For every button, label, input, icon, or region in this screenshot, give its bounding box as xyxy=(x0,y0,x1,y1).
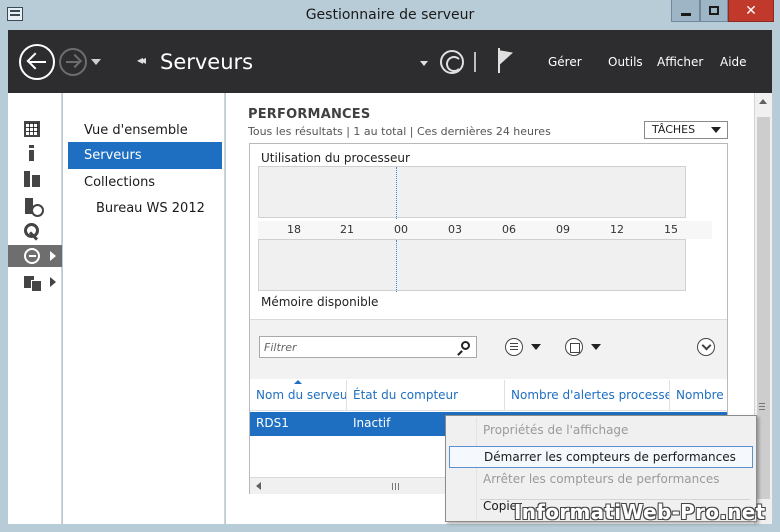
nav-item-overview[interactable]: Vue d'ensemble xyxy=(68,117,222,144)
expand-arrow-icon[interactable] xyxy=(50,277,56,287)
nav-item-collection-bureau[interactable]: Bureau WS 2012 xyxy=(68,195,222,222)
scroll-grip-icon[interactable] xyxy=(392,483,400,490)
scroll-grip-icon xyxy=(759,403,765,410)
save-query-button[interactable] xyxy=(565,338,583,356)
close-button[interactable]: ✕ xyxy=(728,0,774,22)
minimize-icon xyxy=(680,13,691,16)
query-options-button[interactable] xyxy=(505,338,523,356)
file-services-icon xyxy=(24,198,44,217)
close-icon: ✕ xyxy=(745,2,757,19)
rail-remote-desktop[interactable] xyxy=(8,245,62,267)
app-header: ◂◂ Serveurs Gérer Outils Afficher Aide xyxy=(8,30,772,93)
page-title: Serveurs xyxy=(160,50,254,74)
header-divider xyxy=(250,410,727,411)
history-dropdown-icon[interactable] xyxy=(91,59,101,65)
rail-dashboard[interactable] xyxy=(8,118,62,140)
scroll-left-icon[interactable] xyxy=(256,482,261,490)
minimize-button[interactable] xyxy=(671,0,700,22)
menu-gerer[interactable]: Gérer xyxy=(548,55,582,69)
time-tick: 03 xyxy=(448,223,462,236)
maximize-button[interactable] xyxy=(700,0,728,22)
dashboard-icon xyxy=(24,121,40,137)
icon-rail xyxy=(8,93,62,524)
column-header-cpu-alerts[interactable]: Nombre d'alertes processeur xyxy=(505,380,670,410)
time-tick: 06 xyxy=(502,223,516,236)
tasks-label: TÂCHES xyxy=(652,123,696,136)
time-tick: 12 xyxy=(610,223,624,236)
memory-chart xyxy=(258,239,686,292)
nav-item-collections[interactable]: Collections xyxy=(68,169,222,196)
scroll-thumb[interactable] xyxy=(757,117,770,499)
cell-server-name: RDS1 xyxy=(256,416,289,430)
breadcrumb-chevrons-icon[interactable]: ◂◂ xyxy=(137,53,146,67)
file-storage-icon xyxy=(24,274,42,292)
menu-item-start-counters[interactable]: Démarrer les compteurs de performances xyxy=(449,446,753,468)
all-servers-icon xyxy=(24,171,40,187)
section-title: PERFORMANCES xyxy=(248,107,371,122)
cpu-chart xyxy=(258,166,686,219)
menu-outils[interactable]: Outils xyxy=(608,55,643,69)
rail-tools[interactable] xyxy=(8,220,62,242)
menu-item-view-properties[interactable]: Propriétés de l'affichage xyxy=(449,419,753,441)
menu-aide[interactable]: Aide xyxy=(720,55,747,69)
forward-button[interactable] xyxy=(59,48,87,76)
nav-list: Vue d'ensemble Serveurs Collections Bure… xyxy=(63,93,225,524)
time-tick: 15 xyxy=(664,223,678,236)
expand-arrow-icon[interactable] xyxy=(50,251,56,261)
cell-counter-status: Inactif xyxy=(353,416,391,430)
query-options-dropdown-icon[interactable] xyxy=(531,344,541,350)
tasks-dropdown[interactable]: TÂCHES xyxy=(644,121,728,139)
column-header-server-name[interactable]: Nom du serveur xyxy=(250,380,347,410)
menu-item-stop-counters[interactable]: Arrêter les compteurs de performances xyxy=(449,468,753,490)
section-subtitle: Tous les résultats | 1 au total | Ces de… xyxy=(248,125,551,138)
rail-local-server[interactable] xyxy=(8,142,62,164)
nav-item-servers[interactable]: Serveurs xyxy=(68,142,222,169)
expand-panel-button[interactable] xyxy=(697,338,715,356)
info-icon xyxy=(24,145,40,161)
column-header-partial[interactable]: Nombre d xyxy=(670,380,727,410)
remote-desktop-icon xyxy=(24,248,40,264)
memory-chart-label: Mémoire disponible xyxy=(261,295,379,309)
time-tick: 21 xyxy=(340,223,354,236)
chevron-down-icon xyxy=(711,127,721,133)
refresh-icon[interactable] xyxy=(440,50,464,74)
watermark: InformatiWeb-Pro.net xyxy=(514,500,766,524)
filter-input[interactable] xyxy=(259,336,477,358)
filter-toolbar xyxy=(250,319,727,379)
scroll-up-icon[interactable] xyxy=(759,99,767,104)
cpu-chart-label: Utilisation du processeur xyxy=(261,151,410,165)
window-title: Gestionnaire de serveur xyxy=(305,7,475,23)
rail-all-servers[interactable] xyxy=(8,168,62,190)
title-bar: Gestionnaire de serveur ✕ xyxy=(0,0,780,30)
rail-file-storage[interactable] xyxy=(8,271,62,293)
time-axis: 18 21 00 03 06 09 12 15 xyxy=(258,221,712,239)
menu-afficher[interactable]: Afficher xyxy=(657,55,703,69)
back-button[interactable] xyxy=(19,44,55,80)
time-tick: 18 xyxy=(287,223,301,236)
tools-icon xyxy=(24,223,40,239)
header-separator xyxy=(474,52,476,72)
time-tick: 00 xyxy=(394,223,408,236)
column-header-counter-status[interactable]: État du compteur xyxy=(347,380,505,410)
maximize-icon xyxy=(709,6,719,15)
current-time-marker xyxy=(396,240,397,292)
current-time-marker xyxy=(396,167,397,219)
rail-file-services[interactable] xyxy=(8,195,62,217)
save-query-dropdown-icon[interactable] xyxy=(591,344,601,350)
notifications-flag-cloth xyxy=(500,45,513,65)
breadcrumb-dropdown-icon[interactable] xyxy=(420,61,428,66)
time-tick: 09 xyxy=(556,223,570,236)
search-icon[interactable] xyxy=(461,341,470,350)
